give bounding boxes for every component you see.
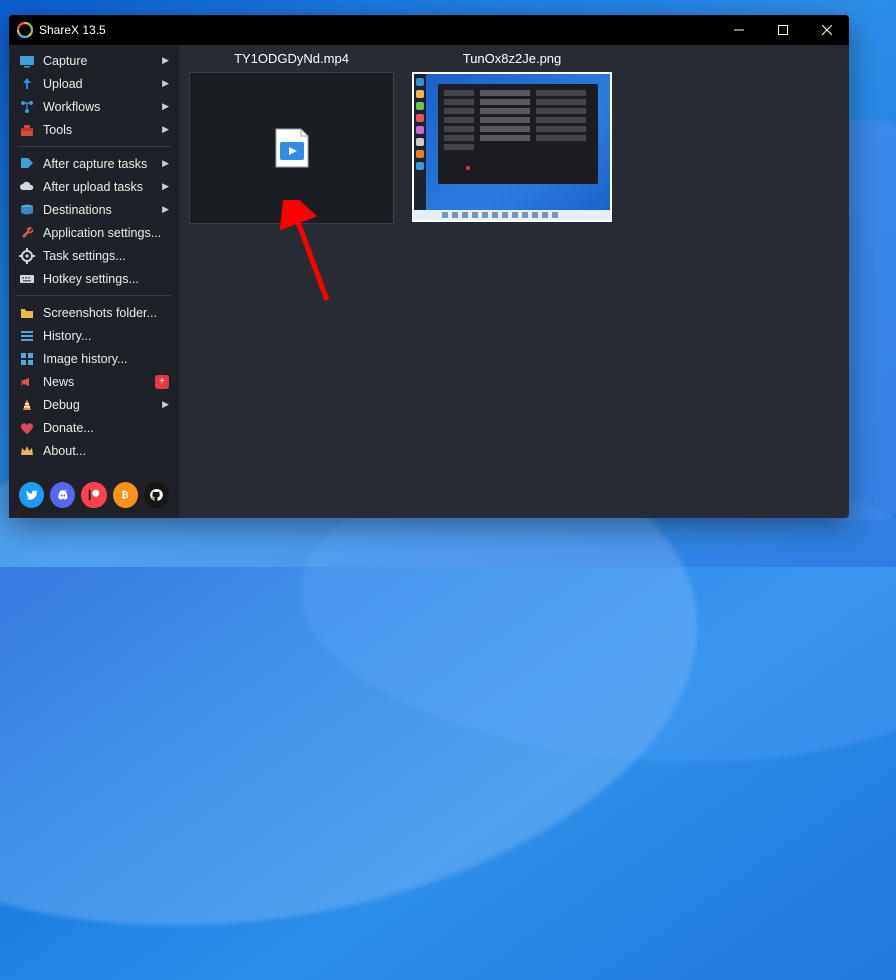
sidebar-item-app-settings[interactable]: Application settings... bbox=[9, 221, 179, 244]
titlebar: ShareX 13.5 bbox=[9, 15, 849, 45]
sidebar-item-capture[interactable]: Capture ▶ bbox=[9, 49, 179, 72]
sharex-window: ShareX 13.5 Capture ▶ Uplo bbox=[9, 15, 849, 518]
gear-icon bbox=[19, 248, 35, 264]
sidebar-item-screenshots-folder[interactable]: Screenshots folder... bbox=[9, 301, 179, 324]
drive-icon bbox=[19, 202, 35, 218]
discord-icon[interactable] bbox=[50, 482, 75, 508]
file-name: TY1ODGDyNd.mp4 bbox=[234, 51, 349, 66]
chevron-right-icon: ▶ bbox=[162, 204, 169, 215]
file-tile[interactable]: TunOx8z2Je.png bbox=[412, 51, 612, 222]
screenshot-thumbnail bbox=[412, 72, 612, 222]
sidebar-item-tools[interactable]: Tools ▶ bbox=[9, 118, 179, 141]
list-icon bbox=[19, 328, 35, 344]
chevron-right-icon: ▶ bbox=[162, 78, 169, 89]
twitter-icon[interactable] bbox=[19, 482, 44, 508]
upload-arrow-icon bbox=[19, 76, 35, 92]
chevron-right-icon: ▶ bbox=[162, 101, 169, 112]
wrench-icon bbox=[19, 225, 35, 241]
chevron-right-icon: ▶ bbox=[162, 158, 169, 169]
sidebar-item-donate[interactable]: Donate... bbox=[9, 416, 179, 439]
sidebar-item-after-capture[interactable]: After capture tasks ▶ bbox=[9, 152, 179, 175]
tag-icon bbox=[19, 156, 35, 172]
heart-icon bbox=[19, 420, 35, 436]
sidebar-item-workflows[interactable]: Workflows ▶ bbox=[9, 95, 179, 118]
chevron-right-icon: ▶ bbox=[162, 55, 169, 66]
crown-icon bbox=[19, 443, 35, 459]
file-tile[interactable]: TY1ODGDyNd.mp4 bbox=[189, 51, 394, 224]
separator bbox=[17, 146, 171, 147]
sidebar-item-destinations[interactable]: Destinations ▶ bbox=[9, 198, 179, 221]
sidebar-item-news[interactable]: News + bbox=[9, 370, 179, 393]
workflow-icon bbox=[19, 99, 35, 115]
social-bar: ₿ bbox=[9, 472, 179, 518]
news-badge: + bbox=[155, 375, 169, 389]
sidebar-item-hotkey-settings[interactable]: Hotkey settings... bbox=[9, 267, 179, 290]
sidebar-item-task-settings[interactable]: Task settings... bbox=[9, 244, 179, 267]
screen-icon bbox=[19, 53, 35, 69]
cloud-icon bbox=[19, 179, 35, 195]
chevron-right-icon: ▶ bbox=[162, 399, 169, 410]
bitcoin-icon[interactable]: ₿ bbox=[113, 482, 138, 508]
sidebar-item-history[interactable]: History... bbox=[9, 324, 179, 347]
chevron-right-icon: ▶ bbox=[162, 124, 169, 135]
close-button[interactable] bbox=[805, 15, 849, 45]
keyboard-icon bbox=[19, 271, 35, 287]
cone-icon bbox=[19, 397, 35, 413]
sidebar-item-image-history[interactable]: Image history... bbox=[9, 347, 179, 370]
content-area: TY1ODGDyNd.mp4 TunOx8z2Je.png bbox=[179, 45, 849, 518]
sidebar-item-about[interactable]: About... bbox=[9, 439, 179, 462]
toolbox-icon bbox=[19, 122, 35, 138]
maximize-button[interactable] bbox=[761, 15, 805, 45]
sidebar: Capture ▶ Upload ▶ Workflows ▶ bbox=[9, 45, 179, 518]
separator bbox=[17, 295, 171, 296]
chevron-right-icon: ▶ bbox=[162, 181, 169, 192]
sidebar-item-upload[interactable]: Upload ▶ bbox=[9, 72, 179, 95]
grid-icon bbox=[19, 351, 35, 367]
svg-text:₿: ₿ bbox=[122, 490, 129, 500]
sharex-app-icon bbox=[17, 22, 33, 38]
file-name: TunOx8z2Je.png bbox=[463, 51, 562, 66]
video-file-icon bbox=[275, 128, 309, 168]
sidebar-item-debug[interactable]: Debug ▶ bbox=[9, 393, 179, 416]
megaphone-icon bbox=[19, 374, 35, 390]
folder-icon bbox=[19, 305, 35, 321]
sidebar-item-after-upload[interactable]: After upload tasks ▶ bbox=[9, 175, 179, 198]
video-thumbnail bbox=[189, 72, 394, 224]
window-title: ShareX 13.5 bbox=[39, 23, 717, 37]
minimize-button[interactable] bbox=[717, 15, 761, 45]
patreon-icon[interactable] bbox=[81, 482, 106, 508]
github-icon[interactable] bbox=[144, 482, 169, 508]
